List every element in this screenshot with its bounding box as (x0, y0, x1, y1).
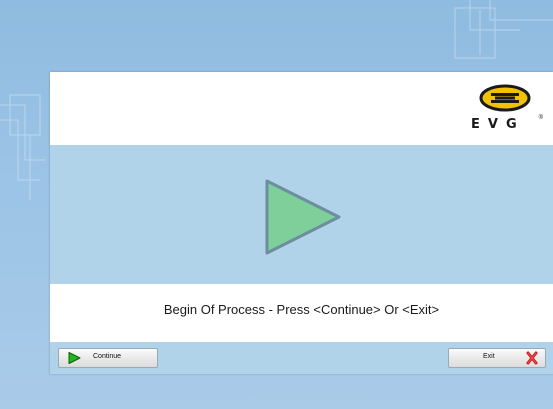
process-dialog: EVG ® Begin Of Process - Press <Continue… (50, 72, 553, 374)
message-area: Begin Of Process - Press <Continue> Or <… (50, 284, 553, 342)
play-icon (68, 352, 81, 364)
continue-button[interactable]: Continue (58, 348, 158, 368)
status-graphic-band (50, 145, 553, 284)
registered-mark: ® (538, 115, 543, 121)
evg-logo-text: EVG (471, 117, 525, 132)
evg-logo: EVG ® (467, 84, 543, 136)
button-bar: Continue Exit (50, 342, 553, 374)
evg-logo-emblem-icon (479, 84, 531, 112)
red-x-icon (526, 351, 538, 365)
play-icon (265, 179, 341, 255)
desktop-background: EVG ® Begin Of Process - Press <Continue… (0, 0, 553, 409)
status-message: Begin Of Process - Press <Continue> Or <… (163, 302, 440, 317)
dialog-header: EVG ® (50, 72, 553, 145)
exit-button-label: Exit (483, 353, 495, 360)
continue-button-label: Continue (93, 353, 122, 360)
exit-button[interactable]: Exit (448, 348, 546, 368)
